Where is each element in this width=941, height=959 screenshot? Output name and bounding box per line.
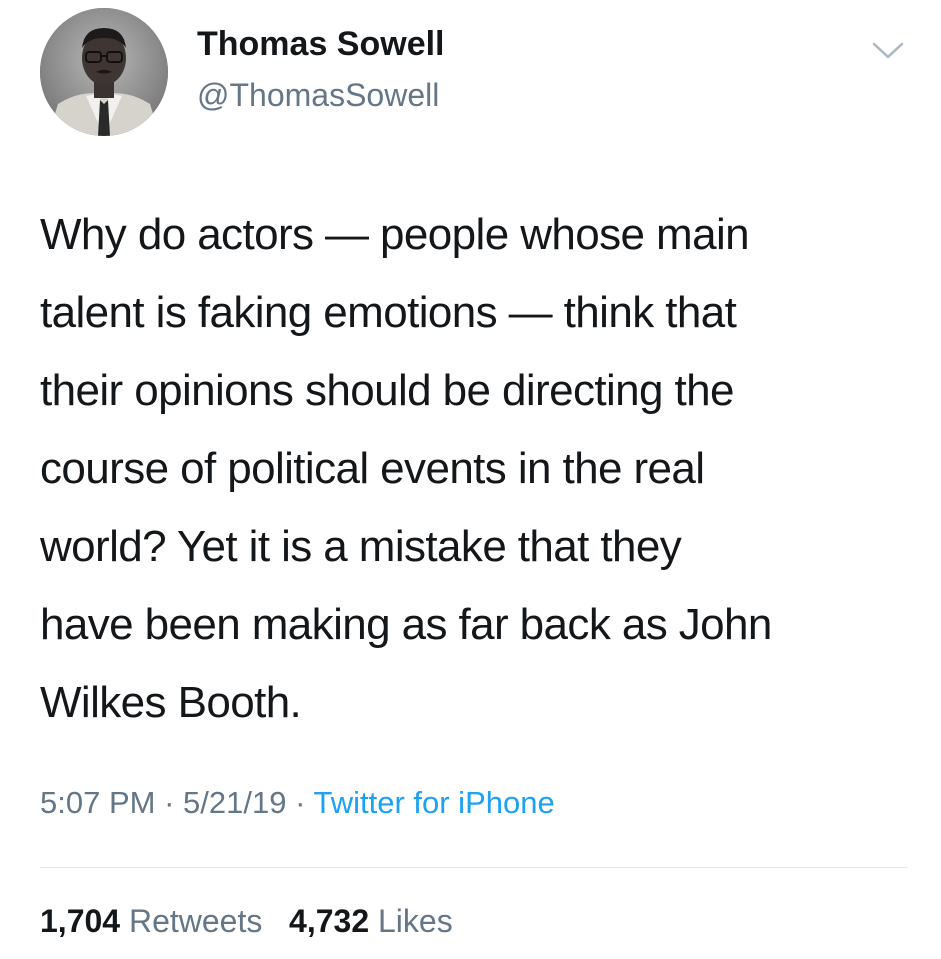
tweet-line: course of political events in the real [40,444,705,493]
tweet-line: have been making as far back as John [40,600,772,649]
tweet-time[interactable]: 5:07 PM [40,785,155,820]
tweet-meta: 5:07 PM · 5/21/19 · Twitter for iPhone [40,785,555,821]
tweet-line: Why do actors — people whose main [40,210,750,259]
avatar[interactable] [40,8,168,136]
profile-photo-icon [40,8,168,136]
tweet-line: talent is faking emotions — think that [40,288,737,337]
likes-count: 4,732 [289,903,370,939]
meta-separator: · [295,785,306,820]
author-display-name[interactable]: Thomas Sowell [197,25,445,64]
tweet-text: Why do actors — people whose main talent… [40,196,920,742]
likes-label: Likes [378,903,453,939]
retweets-label: Retweets [128,903,263,939]
tweet-line: world? Yet it is a mistake that they [40,522,682,571]
likes-stat[interactable]: 4,732 Likes [289,903,453,939]
divider [40,867,908,868]
author-handle[interactable]: @ThomasSowell [197,77,439,114]
tweet-source-link[interactable]: Twitter for iPhone [313,785,554,820]
chevron-down-icon[interactable] [870,38,906,62]
tweet-line: Wilkes Booth. [40,678,302,727]
tweet-date[interactable]: 5/21/19 [183,785,286,820]
tweet-stats: 1,704 Retweets 4,732 Likes [40,903,453,940]
meta-separator: · [164,785,175,820]
retweets-stat[interactable]: 1,704 Retweets [40,903,271,939]
retweets-count: 1,704 [40,903,121,939]
tweet-line: their opinions should be directing the [40,366,735,415]
